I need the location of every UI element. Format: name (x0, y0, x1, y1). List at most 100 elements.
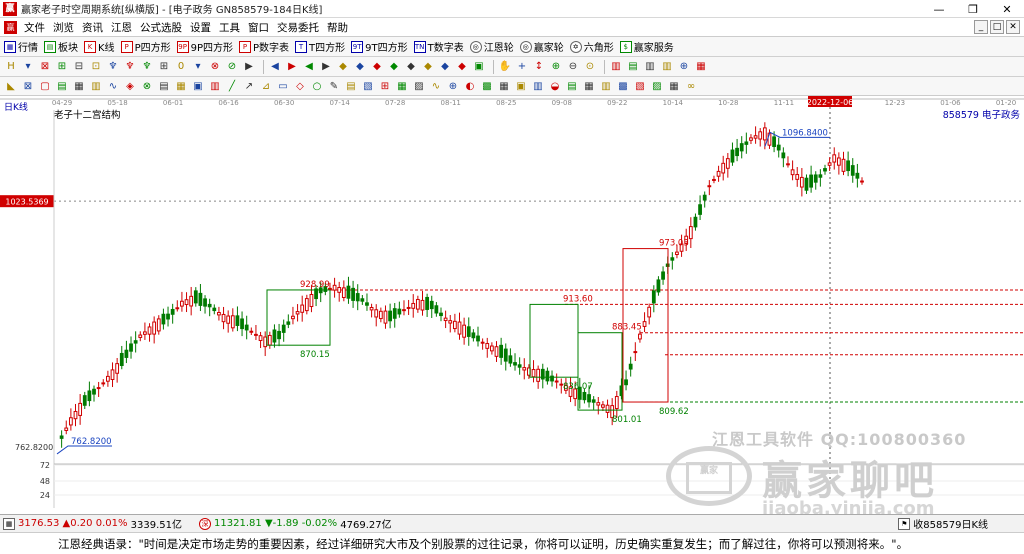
draw-tool-icon[interactable]: ⊞ (55, 60, 69, 74)
draw-tool-icon[interactable]: ◆ (404, 60, 418, 74)
analysis-tool-icon[interactable]: ⊞ (378, 79, 392, 93)
analysis-tool-icon[interactable]: ▦ (497, 79, 511, 93)
menu-formula[interactable]: 公式选股 (136, 20, 186, 35)
analysis-tool-icon[interactable]: ▨ (412, 79, 426, 93)
draw-tool-icon[interactable]: ▤ (626, 60, 640, 74)
analysis-tool-icon[interactable]: ⊿ (259, 79, 273, 93)
draw-tool-icon[interactable]: ▥ (643, 60, 657, 74)
analysis-tool-icon[interactable]: ▤ (344, 79, 358, 93)
analysis-tool-icon[interactable]: ◣ (4, 79, 18, 93)
draw-tool-icon[interactable]: ◀ (268, 60, 282, 74)
draw-tool-icon[interactable]: ▶ (319, 60, 333, 74)
analysis-tool-icon[interactable]: ⊠ (21, 79, 35, 93)
toolbar-service-button[interactable]: $ 赢家服务 (619, 39, 674, 54)
analysis-tool-icon[interactable]: ⊕ (446, 79, 460, 93)
analysis-tool-icon[interactable]: ◒ (548, 79, 562, 93)
draw-tool-icon[interactable]: ⊖ (566, 60, 580, 74)
draw-tool-icon[interactable]: ⊕ (549, 60, 563, 74)
menu-browse[interactable]: 浏览 (49, 20, 78, 35)
analysis-tool-icon[interactable]: ╱ (225, 79, 239, 93)
toolbar-hexagon-button[interactable]: ✡ 六角形 (569, 39, 614, 54)
draw-tool-icon[interactable]: + (515, 60, 529, 74)
close-button[interactable]: ✕ (990, 0, 1024, 18)
draw-tool-icon[interactable]: ◆ (387, 60, 401, 74)
menu-app-icon[interactable]: 赢 (4, 20, 17, 34)
analysis-tool-icon[interactable]: ▥ (599, 79, 613, 93)
draw-tool-icon[interactable]: ◆ (421, 60, 435, 74)
analysis-tool-icon[interactable]: ⊗ (140, 79, 154, 93)
menu-gann[interactable]: 江恩 (107, 20, 136, 35)
draw-tool-icon[interactable]: ♆ (106, 60, 120, 74)
menu-file[interactable]: 文件 (20, 20, 49, 35)
mdi-restore-button[interactable]: □ (990, 20, 1004, 34)
analysis-tool-icon[interactable]: ◇ (293, 79, 307, 93)
menu-window[interactable]: 窗口 (244, 20, 273, 35)
restore-button[interactable]: ❐ (956, 0, 990, 18)
menu-info[interactable]: 资讯 (78, 20, 107, 35)
draw-tool-icon[interactable]: ▦ (694, 60, 708, 74)
draw-tool-icon[interactable]: ◆ (438, 60, 452, 74)
toolbar-gann-wheel-button[interactable]: ◎ 江恩轮 (469, 39, 514, 54)
analysis-tool-icon[interactable]: ▧ (361, 79, 375, 93)
draw-tool-icon[interactable]: ▥ (609, 60, 623, 74)
toolbar-p-square-button[interactable]: P P四方形 (120, 39, 171, 54)
analysis-tool-icon[interactable]: ▤ (157, 79, 171, 93)
analysis-tool-icon[interactable]: ∿ (106, 79, 120, 93)
toolbar-t-square-button[interactable]: T T四方形 (295, 39, 345, 54)
draw-tool-icon[interactable]: ♆ (140, 60, 154, 74)
draw-tool-icon[interactable]: ◀ (302, 60, 316, 74)
index-sh[interactable]: ▦ 3176.53 ▲0.20 0.01% 3339.51亿 (0, 516, 182, 531)
analysis-tool-icon[interactable]: ▥ (531, 79, 545, 93)
analysis-tool-icon[interactable]: ▣ (191, 79, 205, 93)
analysis-tool-icon[interactable]: ▥ (208, 79, 222, 93)
analysis-tool-icon[interactable]: ▨ (650, 79, 664, 93)
draw-tool-icon[interactable]: ▶ (242, 60, 256, 74)
draw-tool-icon[interactable]: ▾ (21, 60, 35, 74)
draw-tool-icon[interactable]: ◆ (370, 60, 384, 74)
mdi-minimize-button[interactable]: _ (974, 20, 988, 34)
draw-tool-icon[interactable]: ▣ (472, 60, 486, 74)
index-sz[interactable]: 深 11321.81 ▼-1.89 -0.02% 4769.27亿 (196, 516, 392, 531)
analysis-tool-icon[interactable]: ▥ (89, 79, 103, 93)
analysis-tool-icon[interactable]: ▩ (480, 79, 494, 93)
draw-tool-icon[interactable]: ▶ (285, 60, 299, 74)
analysis-tool-icon[interactable]: ◈ (123, 79, 137, 93)
analysis-tool-icon[interactable]: ▦ (395, 79, 409, 93)
analysis-tool-icon[interactable]: ▤ (565, 79, 579, 93)
mdi-close-button[interactable]: ✕ (1006, 20, 1020, 34)
analysis-tool-icon[interactable]: ▩ (616, 79, 630, 93)
toolbar-p-table-button[interactable]: P P数字表 (239, 39, 289, 54)
draw-tool-icon[interactable]: ⊗ (208, 60, 222, 74)
analysis-tool-icon[interactable]: ▭ (276, 79, 290, 93)
analysis-tool-icon[interactable]: ∿ (429, 79, 443, 93)
draw-tool-icon[interactable]: ♆ (123, 60, 137, 74)
toolbar-9p-square-button[interactable]: 9P 9P四方形 (176, 39, 233, 54)
analysis-tool-icon[interactable]: ▤ (55, 79, 69, 93)
toolbar-sectors-button[interactable]: ▤ 板块 (44, 39, 78, 54)
draw-tool-icon[interactable]: 0 (174, 60, 188, 74)
menu-trade[interactable]: 交易委托 (273, 20, 323, 35)
draw-tool-icon[interactable]: ↕ (532, 60, 546, 74)
menu-help[interactable]: 帮助 (323, 20, 352, 35)
menu-tools[interactable]: 工具 (215, 20, 244, 35)
analysis-tool-icon[interactable]: ▧ (633, 79, 647, 93)
draw-tool-icon[interactable]: ⊠ (38, 60, 52, 74)
analysis-tool-icon[interactable]: ▦ (174, 79, 188, 93)
draw-tool-icon[interactable]: ⊞ (157, 60, 171, 74)
draw-tool-icon[interactable]: ▥ (660, 60, 674, 74)
draw-tool-icon[interactable]: ⊕ (677, 60, 691, 74)
draw-tool-icon[interactable]: ◆ (353, 60, 367, 74)
analysis-tool-icon[interactable]: ↗ (242, 79, 256, 93)
analysis-tool-icon[interactable]: ◐ (463, 79, 477, 93)
analysis-tool-icon[interactable]: ▦ (72, 79, 86, 93)
draw-tool-icon[interactable]: ⊟ (72, 60, 86, 74)
draw-tool-icon[interactable]: ▾ (191, 60, 205, 74)
analysis-tool-icon[interactable]: ✎ (327, 79, 341, 93)
analysis-tool-icon[interactable]: ○ (310, 79, 324, 93)
draw-tool-icon[interactable]: ⊡ (89, 60, 103, 74)
toolbar-9t-square-button[interactable]: 9T 9T四方形 (351, 39, 408, 54)
analysis-tool-icon[interactable]: ∞ (684, 79, 698, 93)
minimize-button[interactable]: — (922, 0, 956, 18)
analysis-tool-icon[interactable]: ▦ (582, 79, 596, 93)
draw-tool-icon[interactable]: ◆ (455, 60, 469, 74)
